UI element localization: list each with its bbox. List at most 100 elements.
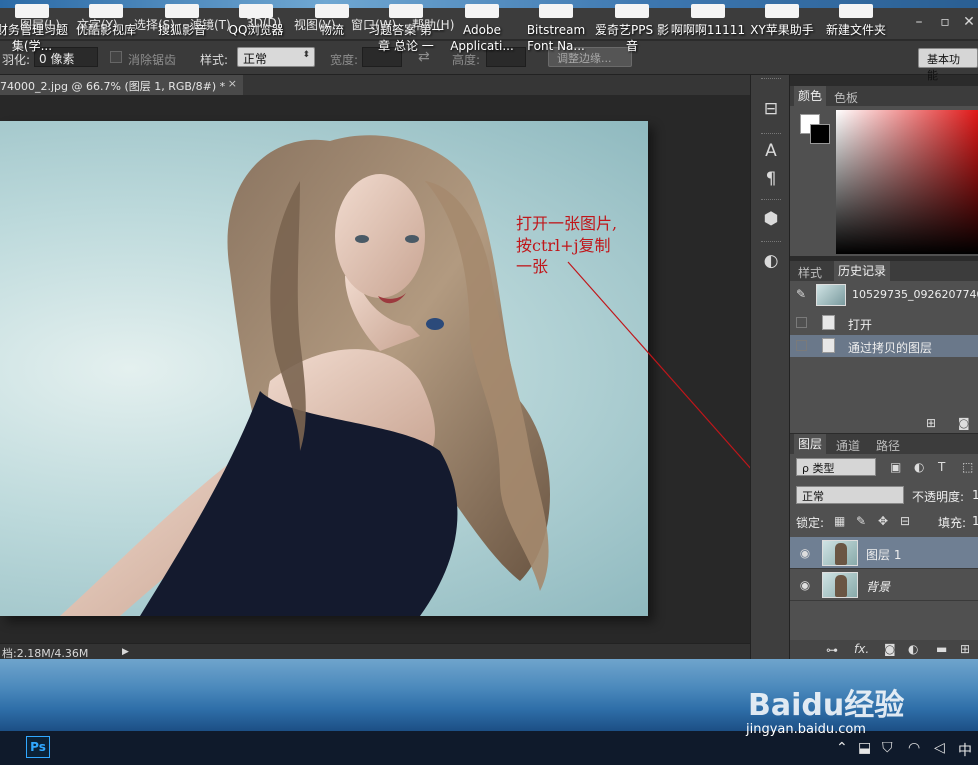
panel-grip — [761, 78, 781, 80]
group-folder-icon[interactable]: ▬ — [936, 642, 947, 656]
image-canvas[interactable] — [0, 121, 648, 616]
workspace-button[interactable]: 基本功能 — [918, 48, 978, 82]
desktop-icon[interactable]: 优酷影视库 — [68, 4, 144, 38]
desktop-icon[interactable]: QQ浏览器 — [218, 4, 294, 38]
tab-bar-background — [243, 75, 750, 95]
desktop-app-icon — [765, 4, 799, 18]
camera-snapshot-icon[interactable]: ◙ — [958, 416, 970, 430]
tool-presets-icon[interactable]: ⊟ — [759, 97, 783, 121]
antialias-label: 消除锯齿 — [128, 53, 177, 67]
tab-layers[interactable]: 图层 — [794, 434, 827, 454]
adjustments-icon[interactable]: ◐ — [759, 249, 783, 273]
desktop-icon[interactable]: 财务管理习题集(学... — [0, 4, 70, 54]
tab-swatches[interactable]: 色板 — [834, 89, 858, 106]
desktop-icon[interactable]: Adobe Applicati... — [444, 4, 520, 54]
layers-panel-tabs: 图层 通道 路径 — [790, 434, 978, 454]
visibility-eye-icon[interactable]: ◉ — [798, 578, 812, 592]
desktop-icon-label: Adobe Applicati... — [450, 23, 514, 53]
layer-filter-select[interactable]: ρ 类型 — [796, 458, 876, 476]
history-item-open[interactable]: 打开 — [790, 312, 978, 334]
paragraph-icon[interactable]: ¶ — [759, 167, 783, 191]
layer-row-layer1[interactable]: ◉ 图层 1 — [790, 537, 978, 569]
history-snapshot-row[interactable]: ✎ 10529735_092620774000 — [790, 283, 978, 307]
shield-icon[interactable]: ⛉ — [882, 740, 893, 756]
desktop-icon-label: XY苹果助手 — [750, 23, 814, 37]
history-checkbox[interactable] — [796, 317, 807, 328]
3d-cube-icon[interactable]: ⬢ — [759, 207, 783, 231]
tab-styles[interactable]: 样式 — [798, 264, 822, 281]
layer-name: 图层 1 — [866, 548, 902, 562]
desktop-app-icon — [89, 4, 123, 18]
history-item-label: 通过拷贝的图层 — [848, 341, 933, 355]
blend-mode-select[interactable]: 正常 — [796, 486, 904, 504]
opacity-value[interactable]: 1 — [972, 488, 978, 502]
history-checkbox[interactable] — [796, 340, 807, 351]
desktop-app-icon — [465, 4, 499, 18]
tab-paths[interactable]: 路径 — [876, 437, 900, 454]
background-swatch[interactable] — [810, 124, 830, 144]
visibility-eye-icon[interactable]: ◉ — [798, 546, 812, 560]
input-method-icon[interactable]: 中 — [958, 740, 972, 760]
desktop-icon-label: 搜狐影音 — [157, 23, 206, 37]
desktop-icon-label: Bitstream Font Na... — [526, 23, 586, 53]
desktop-icon[interactable]: 爱奇艺PPS 影音 — [594, 4, 670, 54]
restore-icon[interactable]: ▫ — [934, 14, 956, 30]
character-icon[interactable]: A — [759, 139, 783, 163]
desktop-app-icon — [239, 4, 273, 18]
volume-icon[interactable]: ◁ — [934, 740, 945, 756]
link-layers-icon[interactable]: ⊶ — [826, 643, 838, 657]
layer-row-background[interactable]: ◉ 背景 — [790, 569, 978, 601]
width-label: 宽度: — [330, 53, 359, 67]
document-tab-title: 74000_2.jpg @ 66.7% (图层 1, RGB/8#) * — [0, 80, 226, 93]
antialias-checkbox[interactable] — [110, 51, 122, 63]
history-item-layer-via-copy[interactable]: 通过拷贝的图层 — [790, 335, 978, 357]
color-field[interactable] — [836, 110, 978, 254]
adjustment-layer-icon[interactable]: ◐ — [908, 642, 918, 656]
desktop-app-icon — [15, 4, 49, 18]
tray-expand-icon[interactable]: ⌃ — [836, 740, 848, 756]
desktop-icon-label: 财务管理习题集(学... — [0, 23, 68, 53]
filter-adjust-icon[interactable]: ◐ — [914, 460, 924, 474]
status-menu-arrow-icon[interactable]: ▶ — [122, 647, 129, 657]
desktop-icon[interactable]: 物流 — [294, 4, 370, 38]
minimize-icon[interactable]: – — [908, 14, 930, 30]
tab-channels[interactable]: 通道 — [836, 437, 860, 454]
tab-history[interactable]: 历史记录 — [834, 261, 891, 281]
wifi-icon[interactable]: ◠ — [908, 740, 920, 756]
desktop-app-icon — [615, 4, 649, 18]
close-window-icon[interactable]: ✕ — [958, 14, 978, 30]
desktop-app-icon — [165, 4, 199, 18]
new-layer-icon[interactable]: ⊞ — [960, 642, 970, 656]
desktop-app-icon — [539, 4, 573, 18]
desktop-icon[interactable]: 习题答案 第一章 总论 一 — [368, 4, 444, 54]
lock-move-icon[interactable]: ✥ — [878, 514, 888, 528]
desktop-icon[interactable]: 搜狐影音 — [144, 4, 220, 38]
desktop-icon[interactable]: 啊啊啊11111 — [670, 4, 746, 38]
lock-label: 锁定: — [796, 516, 825, 530]
close-tab-icon[interactable]: × — [228, 77, 237, 90]
panel-grip — [761, 133, 781, 135]
fx-icon[interactable]: fx. — [854, 642, 869, 656]
filter-image-icon[interactable]: ▣ — [890, 460, 901, 474]
status-bar: 档:2.18M/4.36M ▶ — [0, 643, 750, 660]
desktop-icon[interactable]: Bitstream Font Na... — [518, 4, 594, 54]
desktop-icon[interactable]: 新建文件夹 — [818, 4, 894, 38]
photoshop-taskbar-icon[interactable]: Ps — [26, 736, 50, 758]
tab-color[interactable]: 颜色 — [794, 86, 827, 106]
lock-all-icon[interactable]: ⊟ — [900, 514, 910, 528]
document-tab[interactable]: 74000_2.jpg @ 66.7% (图层 1, RGB/8#) * × — [0, 75, 243, 95]
history-panel-tabs: 样式 历史记录 — [790, 261, 978, 281]
layers-panel-footer: ⊶ fx. ◙ ◐ ▬ ⊞ — [790, 640, 978, 659]
new-document-from-state-icon[interactable]: ⊞ — [926, 416, 936, 430]
baidu-watermark-url: jingyan.baidu.com — [746, 722, 866, 737]
history-snapshot-thumb — [816, 284, 846, 306]
filter-shape-icon[interactable]: ⬚ — [962, 460, 973, 474]
fill-value[interactable]: 1 — [972, 514, 978, 528]
style-select[interactable]: 正常 ⬍ — [237, 47, 315, 67]
tray-app-icon[interactable]: ⬓ — [858, 740, 871, 756]
add-mask-icon[interactable]: ◙ — [884, 642, 896, 656]
filter-type-icon[interactable]: T — [938, 460, 945, 474]
desktop-icon[interactable]: XY苹果助手 — [744, 4, 820, 38]
lock-transparent-icon[interactable]: ▦ — [834, 514, 845, 528]
lock-paint-icon[interactable]: ✎ — [856, 514, 866, 528]
